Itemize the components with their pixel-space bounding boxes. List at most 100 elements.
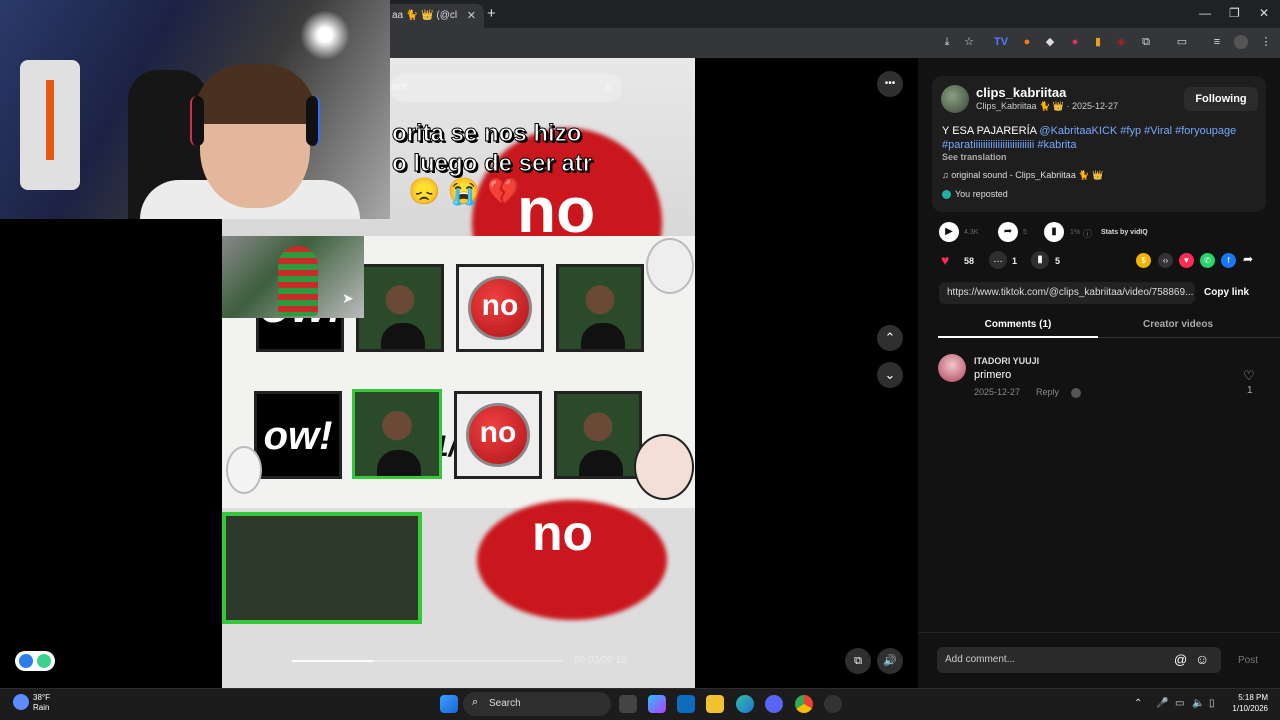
more-options-button[interactable]: ••• — [877, 71, 903, 97]
headphone-right — [306, 96, 320, 146]
embed-icon[interactable]: ‹› — [1158, 253, 1173, 268]
start-windows-icon[interactable] — [440, 695, 458, 713]
commenter-name[interactable]: ITADORI YUUJI — [974, 356, 1039, 366]
more-share-icon[interactable]: ➦ — [1243, 252, 1253, 266]
comment-like-count: 1 — [1247, 385, 1253, 396]
video-progress-bar[interactable] — [292, 660, 562, 662]
following-button[interactable]: Following — [1184, 87, 1258, 111]
tab-close-icon[interactable]: ✕ — [467, 9, 476, 22]
video-link-field[interactable]: https://www.tiktok.com/@clips_kabriitaa/… — [939, 282, 1195, 304]
close-window-button[interactable]: ✕ — [1259, 6, 1269, 20]
tab-comments[interactable]: Comments (1) — [938, 319, 1098, 330]
extensions-puzzle-icon[interactable]: ⧉ — [1139, 35, 1153, 49]
info-icon[interactable]: ⓘ — [1083, 227, 1092, 240]
original-sound-link[interactable]: ♫ original sound - Clips_Kabriitaa 🐈 👑 — [942, 170, 1103, 181]
girl-sticker — [634, 434, 694, 500]
compose-divider — [918, 632, 1280, 633]
volume-icon[interactable]: 🔊 — [877, 648, 903, 674]
comment-reply-button[interactable]: Reply — [1036, 387, 1059, 397]
caption-emojis: 😞 😭 💔 — [408, 176, 520, 206]
author-username[interactable]: clips_kabriitaa — [976, 85, 1066, 100]
progress-fill — [292, 660, 373, 662]
edge-icon[interactable] — [736, 695, 754, 713]
extension-tv-icon[interactable]: TV — [994, 35, 1008, 49]
tab-creator-videos[interactable]: Creator videos — [1098, 319, 1258, 330]
speaker-icon[interactable]: 🔈 — [1192, 698, 1204, 709]
weather-icon[interactable] — [13, 694, 29, 710]
file-explorer-icon[interactable] — [706, 695, 724, 713]
desc-hashtags-1[interactable]: #fyp #Viral #foryoupage — [1117, 125, 1236, 137]
weather-desc: Rain — [33, 703, 50, 712]
grid-cell-face — [356, 264, 444, 352]
copilot-icon[interactable] — [648, 695, 666, 713]
weather-temp: 38°F — [33, 693, 50, 702]
desc-mention[interactable]: @KabritaaKICK — [1039, 125, 1117, 137]
tray-chevron-icon[interactable]: ⌃ — [1134, 698, 1142, 709]
vidiq-badge[interactable] — [15, 651, 55, 671]
extension-diamond-icon[interactable]: ◆ — [1043, 35, 1057, 49]
taskbar-search-label: Search — [489, 698, 521, 709]
bookmark-icon[interactable]: ▮ — [1031, 251, 1049, 269]
extension-orange-icon[interactable]: ● — [1020, 35, 1034, 49]
save-count: 5 — [1055, 256, 1061, 266]
battery-icon[interactable]: ▯ — [1209, 698, 1215, 709]
desc-hashtags-2[interactable]: #paratiiiiiiiiiiiiiiiiiiiiiiiii #kabrita — [942, 139, 1076, 151]
obs-icon[interactable] — [824, 695, 842, 713]
weather-widget[interactable]: 38°F Rain — [33, 693, 50, 713]
repost-icon — [942, 190, 951, 199]
author-avatar[interactable] — [941, 85, 969, 113]
browser-menu-icon[interactable]: ⋮ — [1259, 35, 1273, 49]
extension-red-icon[interactable]: ◈ — [1114, 35, 1128, 49]
video-search-bar[interactable]: ent ⌕ — [390, 74, 622, 102]
grid-cell-ow: ow! — [254, 391, 342, 479]
taskbar-search[interactable]: ⌕ Search — [463, 692, 611, 716]
vidiq-power-icon — [37, 654, 51, 668]
network-icon[interactable]: ▭ — [1175, 698, 1184, 709]
comment-like-icon[interactable]: ♡ — [1243, 368, 1255, 384]
reading-list-icon[interactable]: ≡ — [1210, 35, 1224, 49]
taskbar-clock[interactable]: 5:18 PM 1/10/2026 — [1224, 692, 1268, 714]
stats-by-vidiq: Stats by vidIQ — [1101, 229, 1148, 236]
extension-pink-icon[interactable]: ● — [1068, 35, 1082, 49]
outlook-icon[interactable] — [677, 695, 695, 713]
lamp-light — [300, 10, 350, 60]
no-label: no — [479, 416, 517, 449]
coin-share-icon[interactable]: $ — [1136, 253, 1151, 268]
ow-label: ow! — [263, 414, 333, 458]
whatsapp-icon[interactable]: ✆ — [1200, 253, 1215, 268]
restore-button[interactable]: ❐ — [1229, 6, 1240, 20]
next-video-button[interactable]: ⌄ — [877, 362, 903, 388]
commenter-avatar[interactable] — [938, 354, 966, 382]
extension-yellow-icon[interactable]: ▮ — [1091, 35, 1105, 49]
see-translation-link[interactable]: See translation — [942, 152, 1007, 162]
share-count-icon: ➦ — [998, 222, 1018, 242]
picture-in-picture-icon[interactable]: ⧉ — [845, 648, 871, 674]
grid-cell-no: no — [456, 264, 544, 352]
profile-avatar[interactable] — [1234, 35, 1248, 49]
microphone-icon[interactable]: 🎤 — [1156, 698, 1168, 709]
chrome-icon[interactable] — [795, 695, 813, 713]
like-heart-icon[interactable]: ♥ — [941, 252, 949, 268]
emoji-icon[interactable]: ☺ — [1195, 651, 1209, 667]
post-comment-button[interactable]: Post — [1238, 655, 1258, 666]
new-tab-button[interactable]: + — [487, 5, 496, 22]
cat-sticker-small — [226, 446, 262, 494]
install-icon[interactable]: ⤓ — [940, 35, 954, 49]
copy-link-button[interactable]: Copy link — [1204, 287, 1249, 298]
mention-icon[interactable]: @ — [1174, 652, 1187, 667]
previous-video-button[interactable]: ⌃ — [877, 325, 903, 351]
minimize-button[interactable]: — — [1199, 6, 1211, 20]
tab-active-indicator — [938, 336, 1098, 338]
discord-icon[interactable] — [765, 695, 783, 713]
facebook-icon[interactable]: f — [1221, 253, 1236, 268]
desc-text: Y ESA PAJARERÍA — [942, 125, 1040, 137]
view-count: 4.3K — [964, 229, 979, 236]
browser-tab[interactable]: aa 🐈 👑 (@cl ✕ — [384, 4, 484, 28]
search-icon[interactable]: ⌕ — [605, 79, 612, 95]
sidepanel-icon[interactable]: ▭ — [1175, 35, 1189, 49]
comment-icon[interactable]: … — [989, 251, 1007, 269]
task-view-icon[interactable] — [619, 695, 637, 713]
send-to-friends-icon[interactable]: ▼ — [1179, 253, 1194, 268]
creator-liked-avatar — [1071, 388, 1081, 398]
bookmark-star-icon[interactable]: ☆ — [962, 35, 976, 49]
